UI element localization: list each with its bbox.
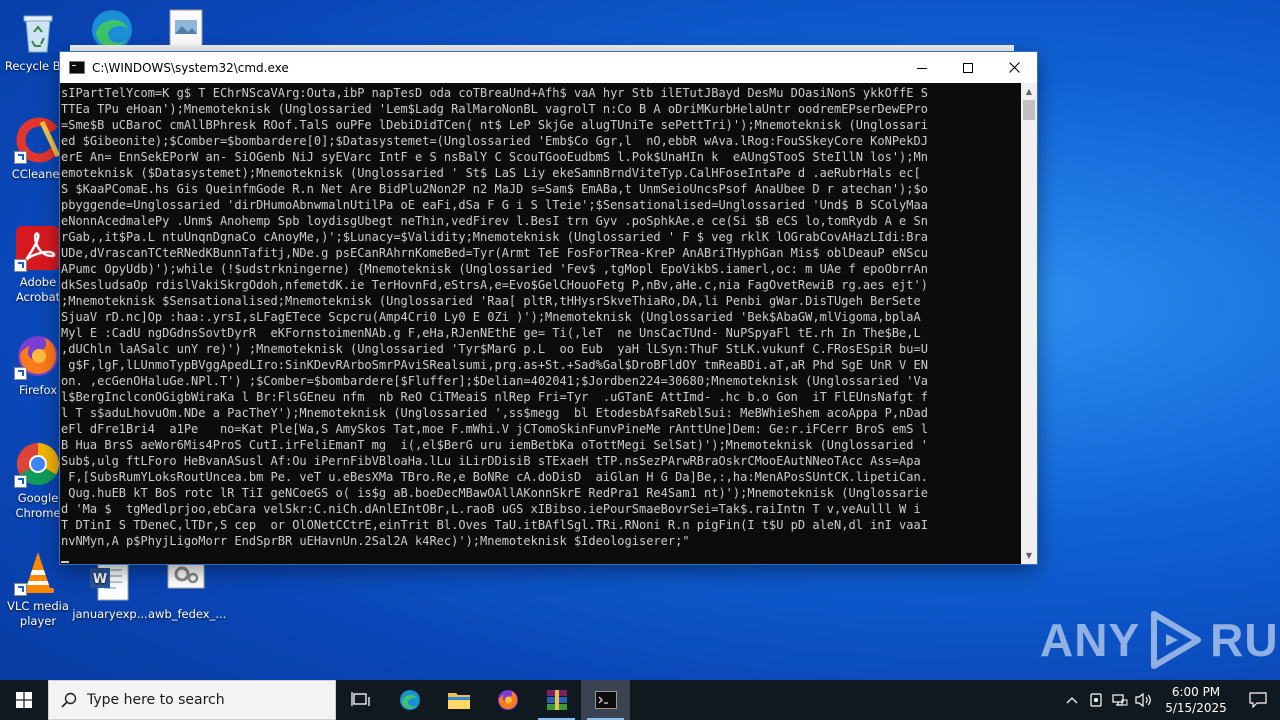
- shortcut-arrow-icon: [14, 151, 27, 164]
- watermark-text-left: ANY: [1040, 614, 1141, 666]
- scroll-thumb[interactable]: [1023, 100, 1035, 120]
- task-view-button[interactable]: [336, 680, 385, 720]
- action-center-button[interactable]: [1236, 680, 1280, 720]
- shortcut-arrow-icon: [14, 583, 27, 596]
- device-icon: [1090, 693, 1102, 707]
- text-cursor: [61, 561, 69, 563]
- scroll-down-button[interactable]: ▼: [1021, 547, 1037, 564]
- watermark-text-right: RUN: [1210, 614, 1280, 666]
- network-icon: [1112, 694, 1128, 706]
- console-output[interactable]: sIPartTelYcom=K g$ T EChrNScaVArg:Outa,i…: [60, 83, 1021, 564]
- task-view-icon: [350, 692, 370, 706]
- shortcut-arrow-icon: [14, 259, 27, 272]
- winrar-icon: [546, 690, 567, 710]
- close-button[interactable]: [991, 52, 1037, 83]
- folder-icon: [447, 693, 470, 709]
- ccleaner-icon: [14, 116, 62, 164]
- chevron-up-icon: [1066, 697, 1078, 704]
- clock-time: 6:00 PM: [1171, 685, 1221, 699]
- maximize-button[interactable]: [945, 52, 991, 83]
- taskbar-search-box[interactable]: Type here to search: [48, 680, 336, 720]
- desktop-icon-label: januaryexp...: [72, 607, 148, 621]
- svg-text:W: W: [93, 572, 107, 587]
- show-hidden-icons-button[interactable]: [1060, 680, 1084, 720]
- vertical-scrollbar[interactable]: ▲ ▼: [1021, 83, 1037, 564]
- desktop-icon-januaryexp[interactable]: W januaryexp...: [72, 556, 148, 622]
- title-bar[interactable]: C:\WINDOWS\system32\cmd.exe: [60, 52, 1037, 83]
- tray-network-button[interactable]: [1108, 680, 1132, 720]
- play-logo-icon: [1151, 611, 1202, 669]
- cmd-app-icon: [69, 61, 85, 74]
- search-placeholder: Type here to search: [87, 692, 225, 708]
- system-tray: 6:00 PM 5/15/2025: [1060, 680, 1280, 720]
- taskbar-edge-button[interactable]: [385, 680, 434, 720]
- minimize-button[interactable]: [899, 52, 945, 83]
- desktop-icon-label: awb_fedex_...: [148, 607, 227, 621]
- recycle-bin-icon: [14, 8, 62, 56]
- minimize-icon: [917, 67, 927, 69]
- desktop-icon-awb-fedex[interactable]: awb_fedex_...: [148, 556, 227, 622]
- shortcut-arrow-icon: [14, 367, 27, 380]
- adobe-acrobat-icon: [14, 224, 62, 272]
- shortcut-arrow-icon: [14, 475, 27, 488]
- close-icon: [1008, 62, 1020, 73]
- taskbar-winrar-button[interactable]: [532, 680, 581, 720]
- chrome-icon: [14, 440, 62, 488]
- firefox-icon: [14, 332, 62, 380]
- anyrun-watermark: ANY RUN: [1040, 608, 1280, 672]
- scroll-up-button[interactable]: ▲: [1021, 83, 1037, 100]
- firefox-icon: [497, 690, 518, 710]
- cmd-window[interactable]: C:\WINDOWS\system32\cmd.exe sIPartTelYco…: [60, 52, 1037, 564]
- tray-volume-button[interactable]: [1132, 680, 1156, 720]
- windows-logo-icon: [16, 692, 32, 708]
- volume-icon: [1135, 692, 1151, 708]
- taskbar-clock[interactable]: 6:00 PM 5/15/2025: [1156, 684, 1236, 716]
- taskbar: Type here to search 6:00 PM 5/15/2025: [0, 680, 1280, 720]
- taskbar-cmd-button[interactable]: [581, 680, 630, 720]
- tray-device-button[interactable]: [1084, 680, 1108, 720]
- desktop-icon-label: VLC media player: [7, 599, 69, 628]
- search-icon: [61, 692, 77, 708]
- notification-icon: [1249, 692, 1267, 708]
- taskbar-file-explorer-button[interactable]: [434, 680, 483, 720]
- clock-date: 5/15/2025: [1165, 701, 1227, 715]
- cmd-icon: [594, 691, 617, 709]
- taskbar-firefox-button[interactable]: [483, 680, 532, 720]
- console-text: sIPartTelYcom=K g$ T EChrNScaVArg:Outa,i…: [61, 86, 928, 548]
- vlc-cone-icon: [14, 548, 62, 596]
- edge-icon: [399, 690, 420, 710]
- start-button[interactable]: [0, 680, 48, 720]
- window-title: C:\WINDOWS\system32\cmd.exe: [92, 60, 289, 75]
- maximize-icon: [963, 62, 973, 73]
